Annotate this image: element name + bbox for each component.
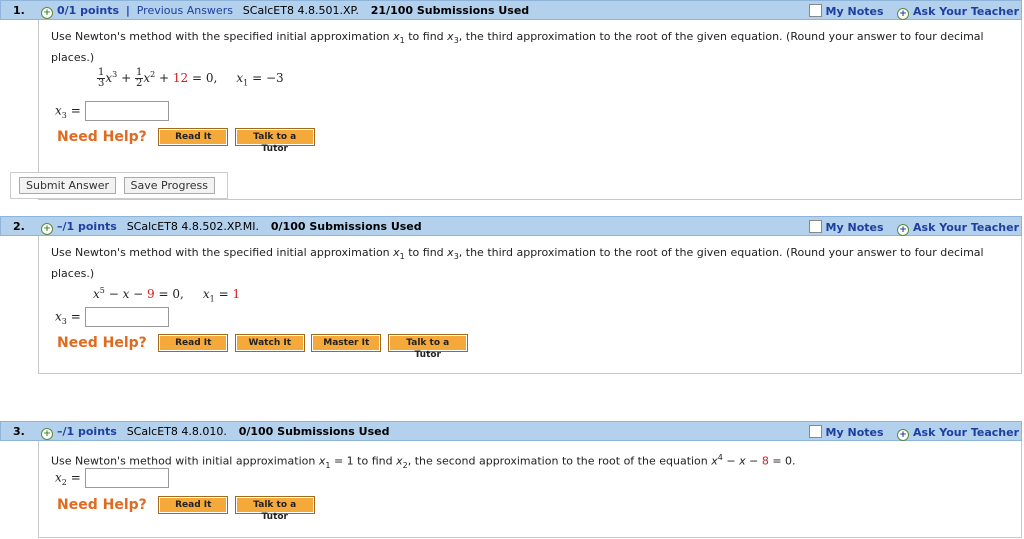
ask-plus-icon[interactable]: +	[897, 224, 910, 236]
question-prompt: Use Newton's method with the specified i…	[51, 246, 984, 281]
need-help: Need Help? Read It Talk to a Tutor	[57, 496, 318, 522]
equation-constant: 8	[761, 454, 769, 468]
submit-area: Submit Answer Save Progress	[10, 172, 228, 199]
need-help: Need Help? Read It Watch It Master It Ta…	[57, 334, 471, 360]
points-info: + –/1 points SCalcET8 4.8.010. 0/100 Subm…	[41, 425, 389, 440]
my-notes-link[interactable]: My Notes	[826, 221, 884, 234]
points-info: +0/1 points | Previous Answers SCalcET8 …	[41, 4, 529, 19]
need-help-label: Need Help?	[57, 497, 147, 513]
read-it-button[interactable]: Read It	[158, 496, 229, 514]
notes-checkbox[interactable]	[808, 4, 822, 17]
equation: 1 3x3 + 1 2x2 + 12 = 0, x1 = −3	[97, 67, 284, 89]
talk-to-tutor-button[interactable]: Talk to a Tutor	[234, 496, 315, 522]
question-number: 2.	[13, 220, 25, 233]
need-help-label: Need Help?	[57, 129, 147, 145]
need-help: Need Help? Read It Talk to a Tutor	[57, 128, 318, 154]
initial-value: 1	[232, 287, 241, 301]
question-code: SCalcET8 4.8.010.	[126, 425, 227, 438]
master-it-button[interactable]: Master It	[311, 334, 382, 352]
read-it-button[interactable]: Read It	[158, 128, 229, 146]
question-code: SCalcET8 4.8.502.XP.MI.	[126, 220, 260, 233]
question-2-body: Use Newton's method with the specified i…	[38, 236, 1022, 374]
points-label: 0/1 points	[57, 4, 119, 17]
question-code: SCalcET8 4.8.501.XP.	[242, 4, 359, 17]
question-1-header: 1. +0/1 points | Previous Answers SCalcE…	[0, 0, 1022, 20]
question-2-header: 2. + –/1 points SCalcET8 4.8.502.XP.MI. 0…	[0, 216, 1022, 236]
question-number: 1.	[13, 4, 25, 17]
question-prompt: Use Newton's method with initial approxi…	[51, 453, 796, 470]
points-info: + –/1 points SCalcET8 4.8.502.XP.MI. 0/10…	[41, 220, 422, 235]
answer-input[interactable]	[84, 101, 169, 121]
notes-checkbox[interactable]	[808, 220, 822, 233]
ask-plus-icon[interactable]: +	[897, 429, 910, 441]
equation-constant: 9	[147, 287, 155, 301]
ask-teacher-link[interactable]: Ask Your Teacher	[913, 221, 1019, 234]
equation: x5 − x − 9 = 0, x1 = 1	[93, 286, 241, 304]
answer-input[interactable]	[84, 307, 169, 327]
answer-input[interactable]	[84, 468, 169, 488]
header-actions: My Notes + Ask Your Teacher	[808, 4, 1019, 20]
submit-answer-button[interactable]: Submit Answer	[19, 177, 117, 194]
save-progress-button[interactable]: Save Progress	[123, 177, 215, 194]
expand-plus-icon[interactable]: +	[41, 428, 53, 440]
points-label: –/1 points	[57, 220, 117, 233]
answer-row: x3 =	[55, 101, 169, 121]
question-3-header: 3. + –/1 points SCalcET8 4.8.010. 0/100 S…	[0, 421, 1022, 441]
expand-plus-icon[interactable]: +	[41, 223, 53, 235]
watch-it-button[interactable]: Watch It	[234, 334, 305, 352]
ask-plus-icon[interactable]: +	[897, 8, 910, 20]
talk-to-tutor-button[interactable]: Talk to a Tutor	[234, 128, 315, 154]
header-actions: My Notes + Ask Your Teacher	[808, 425, 1019, 441]
question-number: 3.	[13, 425, 25, 438]
equation-constant: 12	[172, 71, 189, 85]
question-prompt: Use Newton's method with the specified i…	[51, 30, 984, 65]
answer-row: x2 =	[55, 468, 169, 488]
answer-row: x3 =	[55, 307, 169, 327]
initial-value: = −3	[252, 71, 284, 85]
expand-plus-icon[interactable]: +	[41, 7, 53, 19]
ask-teacher-link[interactable]: Ask Your Teacher	[913, 5, 1019, 18]
submissions-used: 0/100 Submissions Used	[238, 425, 390, 438]
my-notes-link[interactable]: My Notes	[826, 5, 884, 18]
read-it-button[interactable]: Read It	[158, 334, 229, 352]
header-actions: My Notes + Ask Your Teacher	[808, 220, 1019, 236]
previous-answers-link[interactable]: Previous Answers	[137, 4, 233, 17]
notes-checkbox[interactable]	[808, 425, 822, 438]
ask-teacher-link[interactable]: Ask Your Teacher	[913, 426, 1019, 439]
need-help-label: Need Help?	[57, 335, 147, 351]
question-3-body: Use Newton's method with initial approxi…	[38, 441, 1022, 538]
my-notes-link[interactable]: My Notes	[826, 426, 884, 439]
separator: |	[125, 4, 130, 17]
points-label: –/1 points	[57, 425, 117, 438]
submissions-used: 0/100 Submissions Used	[270, 220, 422, 233]
submissions-used: 21/100 Submissions Used	[370, 4, 530, 17]
talk-to-tutor-button[interactable]: Talk to a Tutor	[387, 334, 468, 360]
